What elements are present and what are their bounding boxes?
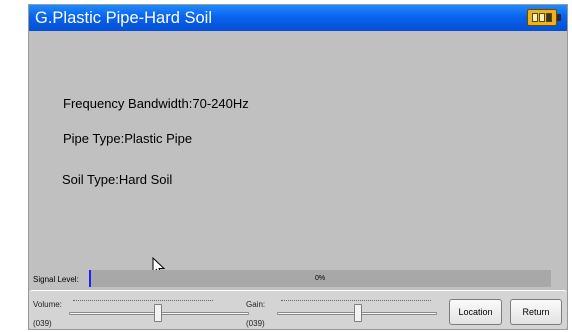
frequency-bandwidth-text: Frequency Bandwidth:70-240Hz — [63, 96, 249, 111]
volume-slider-thumb[interactable] — [154, 304, 162, 322]
signal-level-fill — [89, 270, 91, 287]
title-bar: G.Plastic Pipe-Hard Soil — [29, 5, 567, 31]
gain-value: (039) — [246, 319, 265, 328]
location-button[interactable]: Location — [449, 299, 502, 325]
volume-label: Volume: — [33, 300, 62, 309]
gain-label: Gain: — [246, 300, 266, 309]
pipe-type-text: Pipe Type:Plastic Pipe — [63, 131, 193, 146]
signal-level-row: Signal Level: 0% — [29, 269, 567, 289]
main-window: G.Plastic Pipe-Hard Soil Frequency Bandw… — [28, 4, 568, 330]
volume-slider[interactable] — [69, 295, 249, 325]
battery-icon — [527, 9, 561, 26]
volume-value: (039) — [33, 319, 52, 328]
return-button[interactable]: Return — [510, 299, 562, 325]
gain-slider-thumb[interactable] — [354, 304, 362, 322]
gain-slider[interactable] — [277, 295, 437, 325]
signal-level-label: Signal Level: — [33, 275, 79, 284]
control-panel: Volume: (039) Gain: (039) Location Retur… — [29, 290, 567, 329]
signal-level-percent: 0% — [315, 275, 326, 282]
soil-type-text: Soil Type:Hard Soil — [62, 172, 173, 187]
signal-level-bar: 0% — [89, 270, 551, 287]
window-title: G.Plastic Pipe-Hard Soil — [35, 9, 212, 27]
